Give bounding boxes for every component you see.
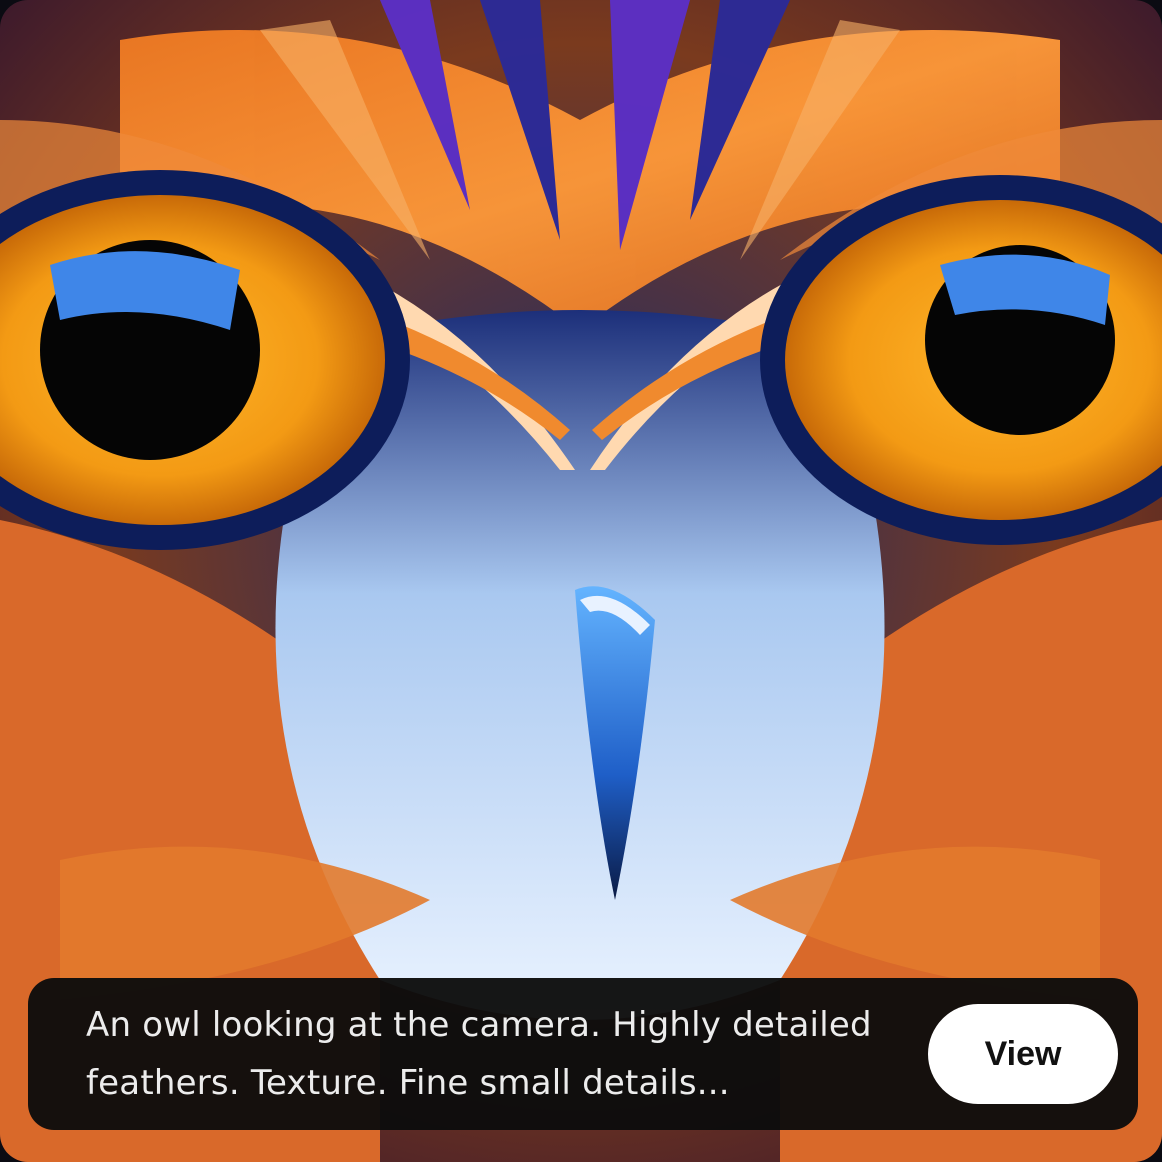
view-button[interactable]: View xyxy=(928,1004,1118,1104)
image-card: An owl looking at the camera. Highly det… xyxy=(0,0,1162,1162)
prompt-text: An owl looking at the camera. Highly det… xyxy=(86,1005,872,1103)
prompt-overlay: An owl looking at the camera. Highly det… xyxy=(28,978,1138,1130)
